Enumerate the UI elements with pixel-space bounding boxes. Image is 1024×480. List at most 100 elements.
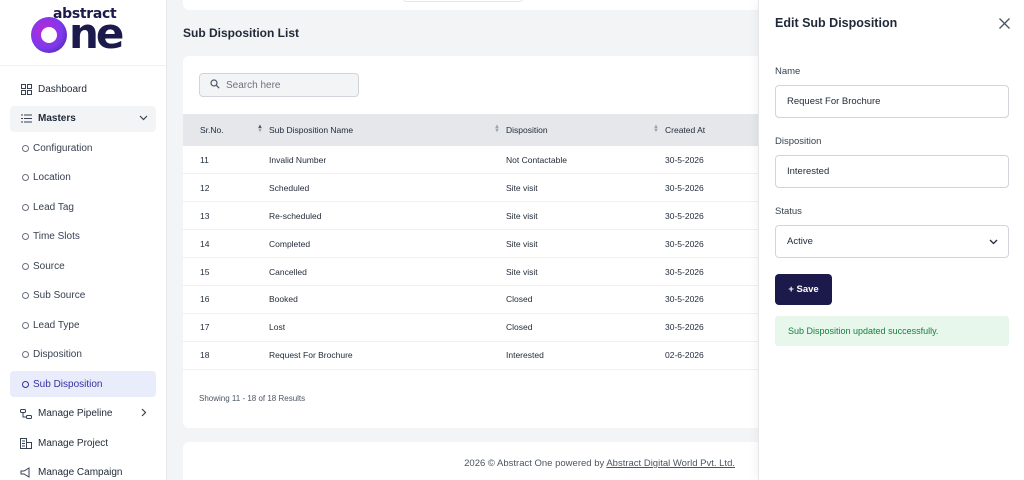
cell-srno: 17 [183, 313, 269, 342]
table-row[interactable]: 11 Invalid Number Not Contactable 30-5-2026 [183, 146, 783, 175]
footer: 2026 © Abstract One powered by Abstract … [183, 442, 783, 480]
search-icon [210, 76, 220, 94]
abstract-one-logo: abstract ne [31, 6, 135, 60]
drawer-title: Edit Sub Disposition [775, 16, 898, 30]
cell-srno: 18 [183, 341, 269, 370]
name-label: Name [775, 66, 801, 77]
table-row[interactable]: 17 Lost Closed 30-5-2026 [183, 313, 783, 342]
sidebar-item-label: Disposition [33, 349, 82, 360]
cell-srno: 14 [183, 229, 269, 259]
name-field[interactable]: Request For Brochure [775, 85, 1009, 118]
cell-disposition: Closed [506, 285, 665, 314]
sidebar-item-label: Dashboard [38, 83, 87, 95]
close-button[interactable] [996, 15, 1012, 31]
sidebar-item-disposition[interactable]: Disposition [10, 342, 156, 368]
table-row[interactable]: 13 Re-scheduled Site visit 30-5-2026 [183, 201, 783, 231]
edit-sub-disposition-drawer: Edit Sub Disposition Name Request For Br… [758, 0, 1024, 480]
cell-name: Scheduled [269, 173, 506, 203]
page-title: Sub Disposition List [183, 26, 299, 40]
logo[interactable]: abstract ne [0, 0, 166, 66]
sidebar-item-label: Sub Disposition [33, 378, 103, 390]
sidebar-item-manage-pipeline[interactable]: Manage Pipeline [10, 401, 156, 427]
sidebar-item-lead-tag[interactable]: Lead Tag [10, 194, 156, 220]
table-row[interactable]: 18 Request For Brochure Interested 02-6-202… [183, 341, 783, 370]
column-header-label: Disposition [506, 125, 548, 135]
sidebar-item-label: Masters [38, 113, 76, 124]
sidebar-item-dashboard[interactable]: Dashboard [10, 76, 156, 102]
list-icon [20, 113, 32, 125]
sidebar-item-sub-source[interactable]: Sub Source [10, 283, 156, 309]
column-header-label: Sr.No. [200, 125, 224, 135]
circle-icon [22, 203, 29, 211]
sidebar-item-manage-campaign[interactable]: Manage Campaign [10, 460, 156, 480]
campaign-icon [20, 467, 32, 479]
save-button[interactable]: + Save [775, 274, 832, 305]
sidebar: abstract ne Dashboard Masters Configurat… [0, 0, 167, 480]
search-box[interactable] [199, 73, 359, 97]
circle-icon [22, 380, 29, 388]
column-header-disposition[interactable]: Disposition ▲ ▼ [506, 114, 665, 146]
footer-company-link[interactable]: Abstract Digital World Pvt. Ltd. [606, 458, 735, 469]
status-value: Active [787, 236, 813, 247]
logo-big-text: ne [31, 9, 124, 58]
sidebar-item-sub-disposition[interactable]: Sub Disposition [10, 371, 156, 397]
cell-srno: 12 [183, 173, 269, 203]
sidebar-item-time-slots[interactable]: Time Slots [10, 224, 156, 250]
cell-disposition: Site visit [506, 201, 665, 231]
column-header-name[interactable]: Sub Disposition Name ▲ ▼ [269, 114, 506, 146]
cell-srno: 11 [183, 146, 269, 175]
cell-disposition: Site visit [506, 229, 665, 259]
building-icon [20, 437, 32, 449]
table-row[interactable]: 16 Booked Closed 30-5-2026 [183, 285, 783, 314]
sidebar-item-label: Manage Pipeline [38, 408, 113, 419]
cell-name: Invalid Number [269, 146, 506, 175]
disposition-field[interactable]: Interested [775, 155, 1009, 188]
cell-name: Completed [269, 229, 506, 259]
pipeline-icon [20, 408, 32, 420]
sidebar-item-manage-project[interactable]: Manage Project [10, 430, 156, 456]
chevron-down-icon [139, 113, 148, 125]
sidebar-item-configuration[interactable]: Configuration [10, 135, 156, 161]
status-select[interactable]: Active [775, 225, 1009, 258]
sidebar-item-label: Time Slots [33, 231, 80, 242]
sidebar-item-label: Configuration [33, 142, 93, 154]
table-row[interactable]: 15 Cancelled Site visit 30-5-2026 [183, 257, 783, 286]
column-header-label: Sub Disposition Name [269, 125, 354, 135]
cell-disposition: Not Contactable [506, 146, 665, 175]
footer-prefix: 2026 © Abstract One powered by [464, 458, 607, 469]
column-header-srno[interactable]: Sr.No. ▲ ▼ [183, 114, 269, 146]
circle-icon [22, 233, 29, 240]
pagination-summary: Showing 11 - 18 of 18 Results [199, 394, 306, 403]
table-header-row: Sr.No. ▲ ▼ Sub Disposition Name ▲ ▼ Disposit… [183, 114, 783, 146]
cell-disposition: Closed [506, 313, 665, 342]
sidebar-item-source[interactable]: Source [10, 253, 156, 279]
chevron-right-icon [139, 408, 148, 420]
footer-text: 2026 © Abstract One powered by Abstract … [464, 458, 735, 469]
sort-icon: ▲ ▼ [653, 124, 659, 134]
sub-disposition-table: Sr.No. ▲ ▼ Sub Disposition Name ▲ ▼ Disposit… [183, 114, 783, 370]
sort-icon: ▲ ▼ [494, 124, 500, 134]
cell-name: Lost [269, 313, 506, 342]
sidebar-item-label: Location [33, 172, 71, 183]
cell-disposition: Site visit [506, 173, 665, 203]
table-row[interactable]: 14 Completed Site visit 30-5-2026 [183, 229, 783, 259]
sidebar-item-label: Source [33, 260, 65, 272]
chevron-down-icon [989, 237, 998, 249]
grid-icon [20, 83, 32, 95]
top-filter-card [183, 0, 783, 10]
sidebar-item-location[interactable]: Location [10, 165, 156, 191]
sidebar-item-label: Lead Tag [33, 201, 74, 213]
cell-disposition: Site visit [506, 257, 665, 286]
circle-icon [22, 292, 29, 299]
logo-big-word: ne [69, 9, 124, 58]
sidebar-item-label: Manage Campaign [38, 467, 123, 478]
success-alert: Sub Disposition updated successfully. [775, 316, 1009, 346]
sidebar-item-lead-type[interactable]: Lead Type [10, 312, 156, 338]
sidebar-item-label: Lead Type [33, 319, 80, 331]
cell-name: Request For Brochure [269, 341, 506, 370]
table-row[interactable]: 12 Scheduled Site visit 30-5-2026 [183, 173, 783, 203]
sidebar-item-masters[interactable]: Masters [10, 105, 156, 132]
cell-disposition: Interested [506, 341, 665, 370]
search-input[interactable] [226, 79, 346, 91]
sort-asc-icon: ▲ ▼ [257, 124, 263, 134]
